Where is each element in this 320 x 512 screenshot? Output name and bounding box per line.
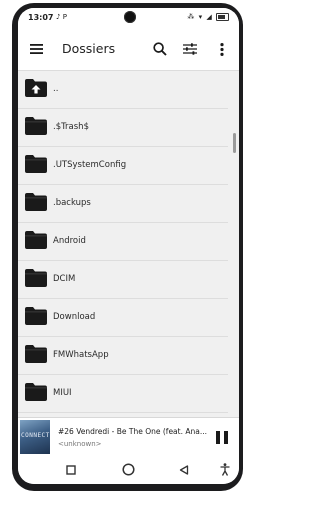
folder-row[interactable]: Android (18, 223, 228, 261)
search-icon (153, 42, 167, 56)
track-artist: <unknown> (58, 440, 102, 448)
pause-icon (224, 431, 228, 444)
filter-button[interactable] (176, 28, 204, 70)
back-triangle-icon (179, 464, 189, 475)
page-title: Dossiers (62, 41, 116, 56)
app-toolbar: Dossiers (18, 28, 239, 71)
folder-row[interactable]: MIUI (18, 375, 228, 413)
folder-icon (25, 155, 47, 173)
pause-icon (216, 431, 220, 444)
folder-row[interactable]: .backups (18, 185, 228, 223)
home-button[interactable] (113, 455, 143, 484)
overflow-menu-button[interactable] (208, 28, 236, 70)
folder-up-icon (25, 79, 47, 97)
folder-icon (25, 231, 47, 249)
tune-icon (183, 43, 197, 55)
battery-icon (216, 13, 229, 21)
search-button[interactable] (146, 28, 174, 70)
folder-name: DCIM (53, 274, 76, 284)
folder-icon (25, 383, 47, 401)
accessibility-button[interactable] (210, 455, 239, 484)
system-nav-bar (18, 455, 239, 484)
folder-name: Download (53, 312, 96, 322)
hamburger-menu-icon (29, 44, 43, 54)
folder-name: MIUI (53, 388, 72, 398)
status-system-icons: ⁂ ▾ ◢ (187, 13, 229, 21)
folder-icon (25, 269, 47, 287)
recents-square-icon (66, 464, 76, 475)
more-vert-icon (220, 42, 224, 56)
folder-name: .backups (53, 198, 91, 208)
folder-row[interactable]: .$Trash$ (18, 109, 228, 147)
folder-icon (25, 307, 47, 325)
folder-name: .. (53, 84, 59, 94)
accessibility-icon (220, 463, 230, 476)
folder-row[interactable]: .UTSystemConfig (18, 147, 228, 185)
folder-row[interactable]: FMWhatsApp (18, 337, 228, 375)
back-button[interactable] (169, 455, 199, 484)
folder-name: .UTSystemConfig (53, 160, 127, 170)
signal-icons: ⁂ ▾ ◢ (187, 13, 213, 21)
mini-player[interactable]: CONNECT #26 Vendredi - Be The One (feat.… (18, 417, 239, 456)
status-time: 13:07 (28, 13, 54, 22)
folder-name: .$Trash$ (53, 122, 89, 132)
folder-row[interactable]: DCIM (18, 261, 228, 299)
scrollbar-thumb[interactable] (233, 133, 236, 153)
album-art-text: CONNECT (21, 432, 50, 439)
folder-icon (25, 193, 47, 211)
screen: 13:07 ♪ P ⁂ ▾ ◢ Dossiers .. .$Trash$ .UT… (18, 8, 239, 484)
folder-row[interactable]: Download (18, 299, 228, 337)
folder-icon (25, 345, 47, 363)
folder-name: Android (53, 236, 86, 246)
folder-list: .. .$Trash$ .UTSystemConfig .backups And… (18, 71, 239, 439)
track-title: #26 Vendredi - Be The One (feat. Ana... (58, 427, 207, 436)
album-art: CONNECT (20, 420, 50, 454)
pause-button[interactable] (216, 431, 228, 444)
folder-name: FMWhatsApp (53, 350, 109, 360)
camera-cutout (124, 11, 136, 23)
home-circle-icon (121, 463, 135, 476)
menu-button[interactable] (22, 28, 50, 70)
recents-button[interactable] (56, 455, 86, 484)
status-bar: 13:07 ♪ P ⁂ ▾ ◢ (18, 8, 239, 28)
folder-row-parent[interactable]: .. (18, 71, 228, 109)
status-notification-icons: ♪ P (56, 13, 67, 21)
folder-icon (25, 117, 47, 135)
